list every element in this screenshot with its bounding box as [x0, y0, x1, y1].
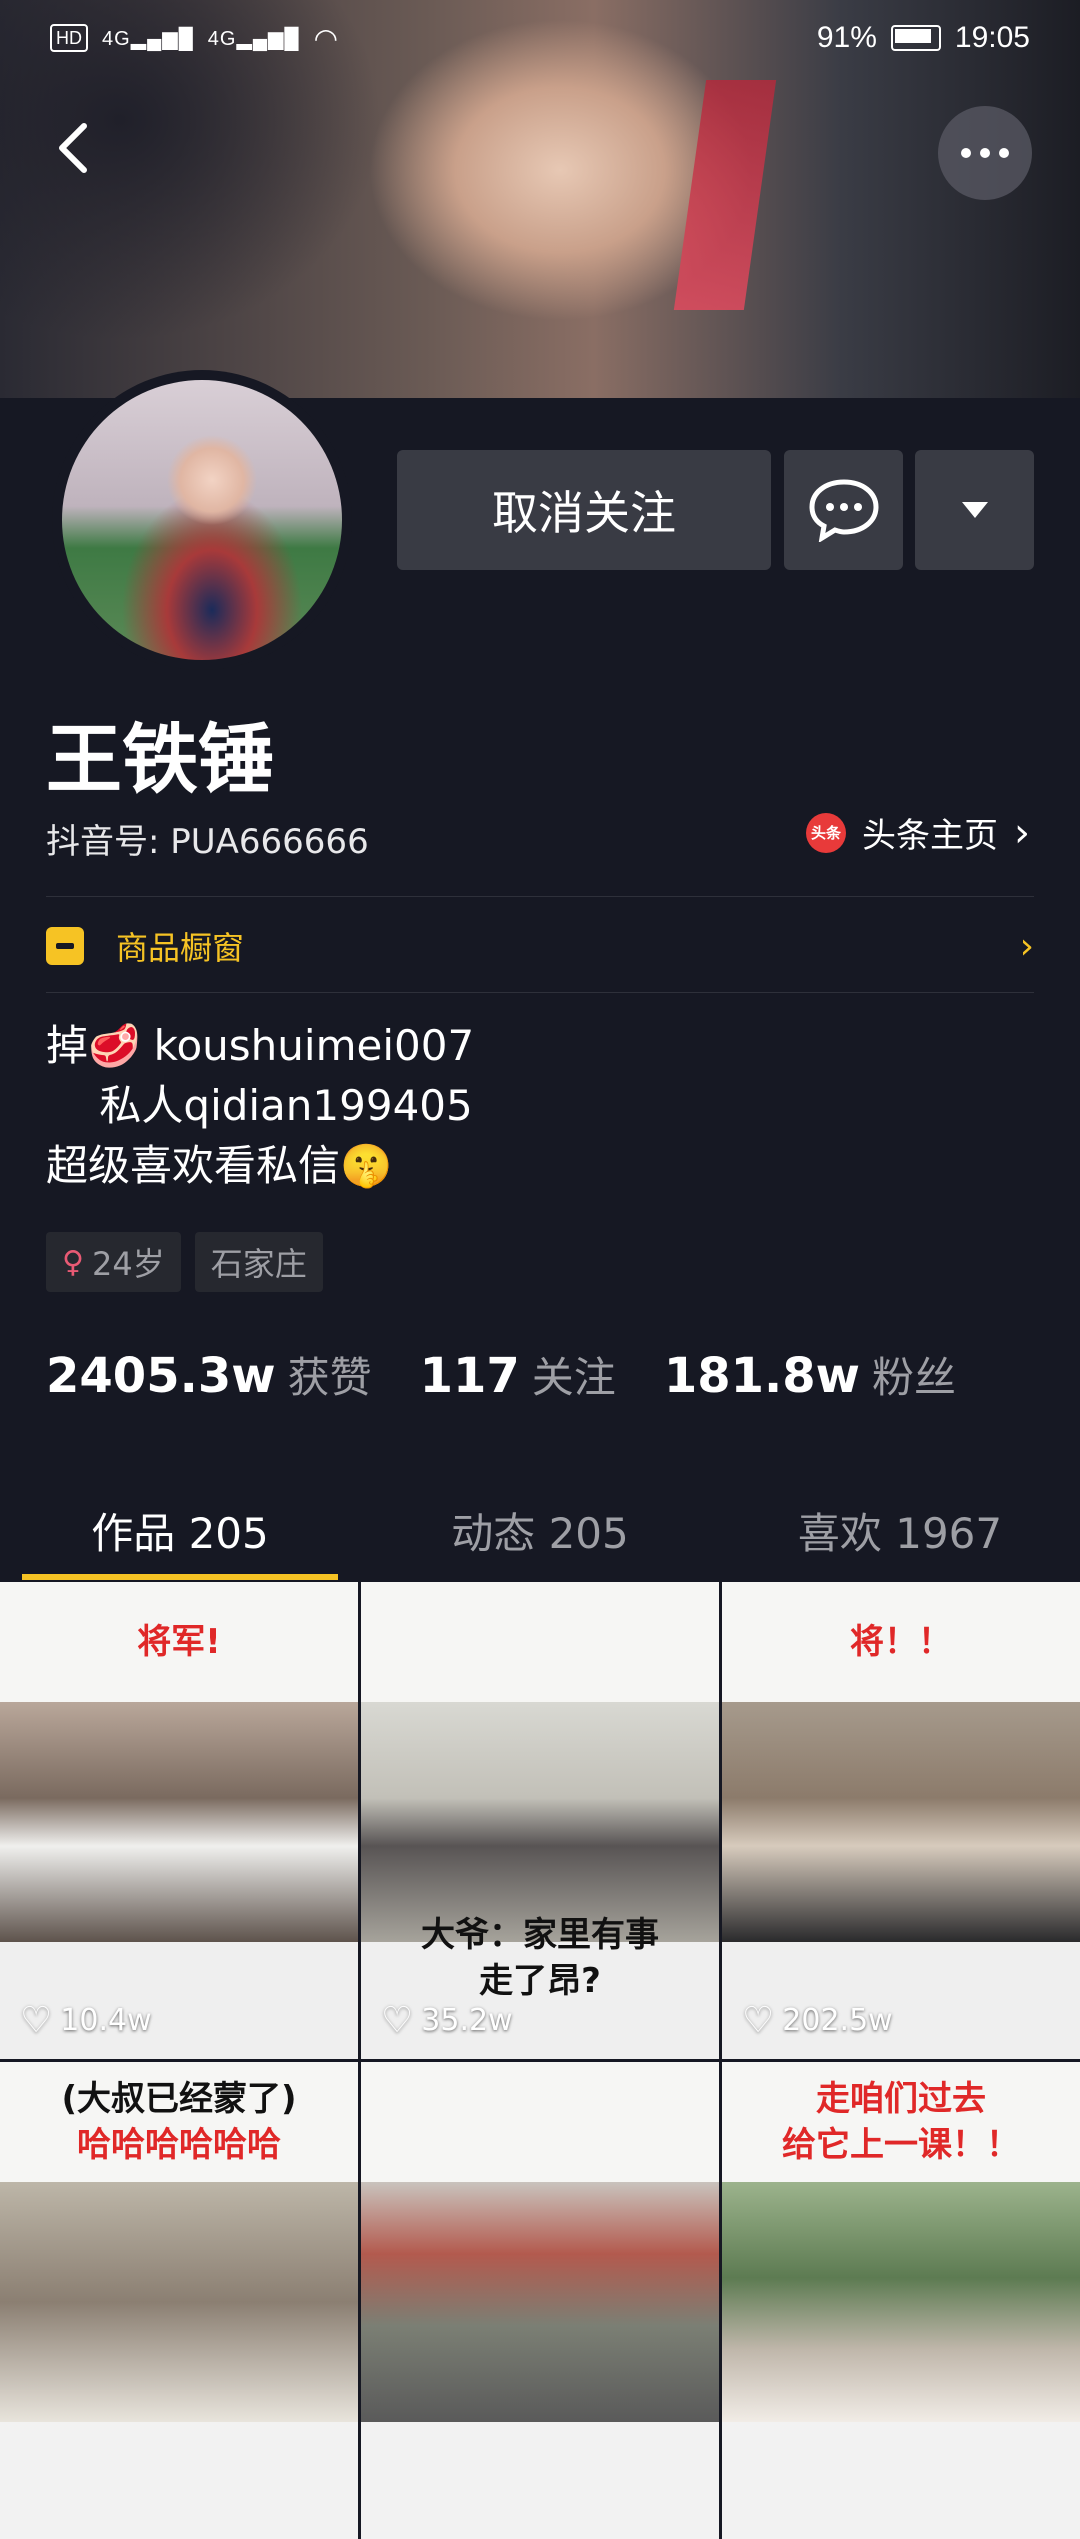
- toutiao-label: 头条主页: [862, 816, 998, 856]
- tab-works[interactable]: 作品 205: [0, 1480, 360, 1580]
- douyin-id: 抖音号: PUA666666: [46, 822, 369, 862]
- message-button[interactable]: [784, 450, 903, 570]
- video-thumbnail[interactable]: 将军! ♡ 10.4w: [0, 1582, 358, 2059]
- wifi-icon: ◠: [313, 22, 339, 54]
- following-label[interactable]: 关注: [532, 1344, 616, 1405]
- more-button[interactable]: [938, 106, 1032, 200]
- toutiao-icon: 头条: [806, 812, 846, 853]
- content-tabs: 作品 205 动态 205 喜欢 1967: [0, 1480, 1080, 1580]
- heart-icon: ♡: [381, 2000, 414, 2041]
- tab-moments[interactable]: 动态 205: [360, 1480, 720, 1580]
- video-thumbnail[interactable]: (大叔已经蒙了) 哈哈哈哈哈哈: [0, 2062, 358, 2539]
- video-caption: (大叔已经蒙了): [61, 2079, 297, 2119]
- more-horizontal-icon: [961, 148, 1009, 158]
- video-caption: 给它上一课！！: [782, 2125, 1020, 2165]
- following-count[interactable]: 117: [420, 1348, 520, 1404]
- back-button[interactable]: [46, 120, 102, 176]
- followers-count[interactable]: 181.8w: [664, 1348, 860, 1404]
- age-tag: ♀ 24岁: [46, 1232, 181, 1292]
- video-likes: ♡ 35.2w: [381, 2000, 513, 2041]
- shop-label: 商品橱窗: [116, 929, 245, 967]
- tab-likes[interactable]: 喜欢 1967: [720, 1480, 1080, 1580]
- video-thumbnail[interactable]: 大爷：家里有事 走了昂? ♡ 35.2w: [361, 1582, 719, 2059]
- avatar[interactable]: [62, 380, 342, 660]
- likes-count: 2405.3w: [46, 1348, 276, 1404]
- clock: 19:05: [954, 21, 1030, 54]
- dropdown-button[interactable]: [915, 450, 1034, 570]
- video-image: [361, 1702, 719, 1942]
- video-likes: ♡ 202.5w: [742, 2000, 893, 2041]
- signal-icon: 4G▂▄▆█: [102, 27, 194, 50]
- video-caption: 将军!: [137, 1622, 221, 1662]
- cover-decor: [673, 80, 777, 310]
- likes-label: 获赞: [287, 1353, 372, 1402]
- battery-icon: [890, 25, 941, 51]
- video-caption: 将！！: [850, 1622, 952, 1662]
- city-tag: 石家庄: [194, 1232, 323, 1292]
- chat-bubble-icon: [808, 479, 879, 542]
- divider: [46, 896, 1034, 897]
- profile-name: 王铁锤: [46, 715, 274, 804]
- heart-icon: ♡: [20, 2000, 53, 2041]
- bio-text: 掉🥩 koushuimei007 私人qidian199405 超级喜欢看私信🤫: [46, 1021, 475, 1190]
- unfollow-button[interactable]: 取消关注: [397, 450, 771, 570]
- toutiao-homepage-link[interactable]: 头条 头条主页 ›: [806, 808, 1030, 857]
- female-icon: ♀: [62, 1244, 84, 1280]
- video-thumbnail[interactable]: 将！！ ♡ 202.5w: [722, 1582, 1080, 2059]
- video-image: [722, 2182, 1080, 2422]
- video-image: [0, 1702, 358, 1942]
- hd-badge: HD: [50, 24, 88, 52]
- video-image: [722, 1702, 1080, 1942]
- signal-icon: 4G▂▄▆█: [207, 27, 300, 50]
- divider: [46, 992, 1034, 993]
- battery-percent: 91%: [816, 21, 877, 54]
- video-grid: 将军! ♡ 10.4w 大爷：家里有事 走了昂? ♡ 35.2w 将！！ ♡ 2…: [0, 1582, 1080, 2539]
- video-thumbnail[interactable]: [361, 2062, 719, 2539]
- shop-icon: [46, 927, 84, 965]
- followers-label[interactable]: 粉丝: [872, 1344, 956, 1405]
- status-bar: HD 4G▂▄▆█ 4G▂▄▆█ ◠ 91% 19:05: [0, 0, 1080, 76]
- video-likes: ♡ 10.4w: [20, 2000, 152, 2041]
- video-caption: 走咱们过去: [816, 2079, 986, 2119]
- video-caption: 大爷：家里有事 走了昂?: [421, 1915, 659, 2001]
- chevron-right-icon: ›: [1014, 809, 1030, 856]
- video-image: [0, 2182, 358, 2422]
- chevron-left-icon: [59, 123, 87, 173]
- video-image: [361, 2182, 719, 2422]
- shop-window-row[interactable]: 商品橱窗 ›: [46, 918, 1034, 974]
- video-caption: 哈哈哈哈哈哈: [77, 2125, 281, 2165]
- profile-tags: ♀ 24岁 石家庄: [46, 1232, 323, 1292]
- video-thumbnail[interactable]: 走咱们过去 给它上一课！！: [722, 2062, 1080, 2539]
- triangle-down-icon: [961, 502, 988, 518]
- chevron-right-icon: ›: [1019, 925, 1034, 967]
- profile-stats: 2405.3w 获赞 117 关注 181.8w 粉丝: [46, 1344, 956, 1405]
- heart-icon: ♡: [742, 2000, 775, 2041]
